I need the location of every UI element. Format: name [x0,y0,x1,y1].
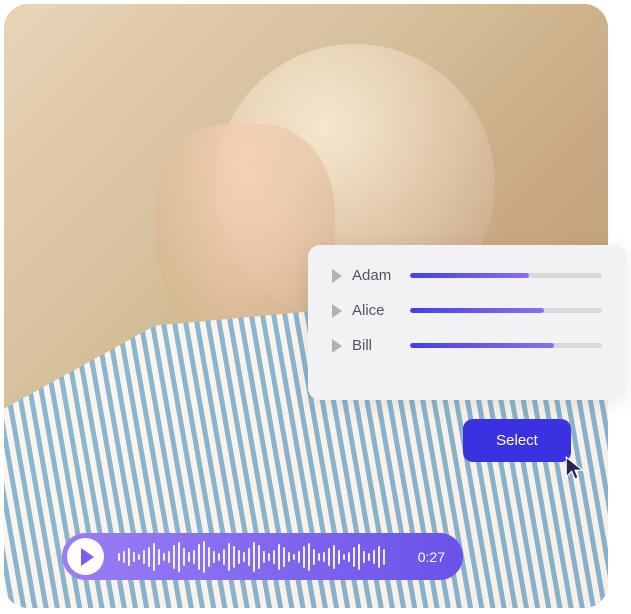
wave-bar [358,544,360,570]
wave-bar [303,546,305,568]
wave-bar [173,545,175,569]
wave-bar [278,544,280,570]
wave-bar [233,546,235,568]
wave-bar [338,550,340,564]
wave-bar [283,547,285,567]
wave-bar [153,543,155,571]
play-icon [332,304,342,318]
wave-bar [378,546,380,568]
wave-bar [118,553,120,561]
wave-bar [243,552,245,562]
wave-bar [383,549,385,565]
wave-bar [313,549,315,565]
wave-bar [218,553,220,561]
voice-selector-panel: Adam Alice Bill [308,245,626,400]
wave-bar [228,543,230,571]
voice-progress-bar[interactable] [410,308,602,313]
wave-bar [318,553,320,561]
wave-bar [163,553,165,561]
wave-bar [258,545,260,569]
wave-bar [373,550,375,564]
wave-bar [138,554,140,560]
wave-bar [128,548,130,566]
wave-bar [333,545,335,569]
wave-bar [348,552,350,562]
play-icon [332,269,342,283]
wave-bar [308,543,310,571]
wave-bar [343,554,345,560]
wave-bar [288,552,290,562]
wave-bar [203,541,205,573]
wave-bar [193,550,195,564]
wave-bar [133,552,135,562]
select-button[interactable]: Select [463,419,571,462]
voice-progress-fill [410,308,544,313]
wave-bar [268,553,270,561]
voice-progress-bar[interactable] [410,273,602,278]
voice-progress-fill [410,273,529,278]
wave-bar [363,551,365,563]
voice-progress-fill [410,343,554,348]
wave-bar [368,553,370,561]
wave-bar [263,551,265,563]
wave-bar [168,551,170,563]
play-button[interactable] [67,538,104,575]
wave-bar [353,547,355,567]
wave-bar [298,551,300,563]
voice-name-label: Bill [352,337,400,354]
wave-bar [223,549,225,565]
voice-name-label: Adam [352,267,400,284]
wave-bar [198,544,200,570]
wave-bar [293,554,295,560]
waveform[interactable] [118,541,404,573]
wave-bar [323,552,325,562]
play-icon [332,339,342,353]
wave-bar [183,548,185,566]
wave-bar [148,547,150,567]
audio-timestamp: 0:27 [418,549,445,565]
voice-row[interactable]: Alice [332,302,602,319]
wave-bar [248,548,250,566]
wave-bar [208,547,210,567]
wave-bar [253,542,255,572]
audio-player: 0:27 [62,533,463,580]
voice-progress-bar[interactable] [410,343,602,348]
wave-bar [238,550,240,564]
wave-bar [158,549,160,565]
select-button-label: Select [496,432,538,449]
cursor-icon [563,455,589,481]
voice-row[interactable]: Bill [332,337,602,354]
wave-bar [273,550,275,564]
wave-bar [328,548,330,566]
wave-bar [178,542,180,572]
wave-bar [188,552,190,562]
wave-bar [213,551,215,563]
voice-name-label: Alice [352,302,400,319]
wave-bar [123,551,125,563]
voice-row[interactable]: Adam [332,267,602,284]
wave-bar [143,550,145,564]
